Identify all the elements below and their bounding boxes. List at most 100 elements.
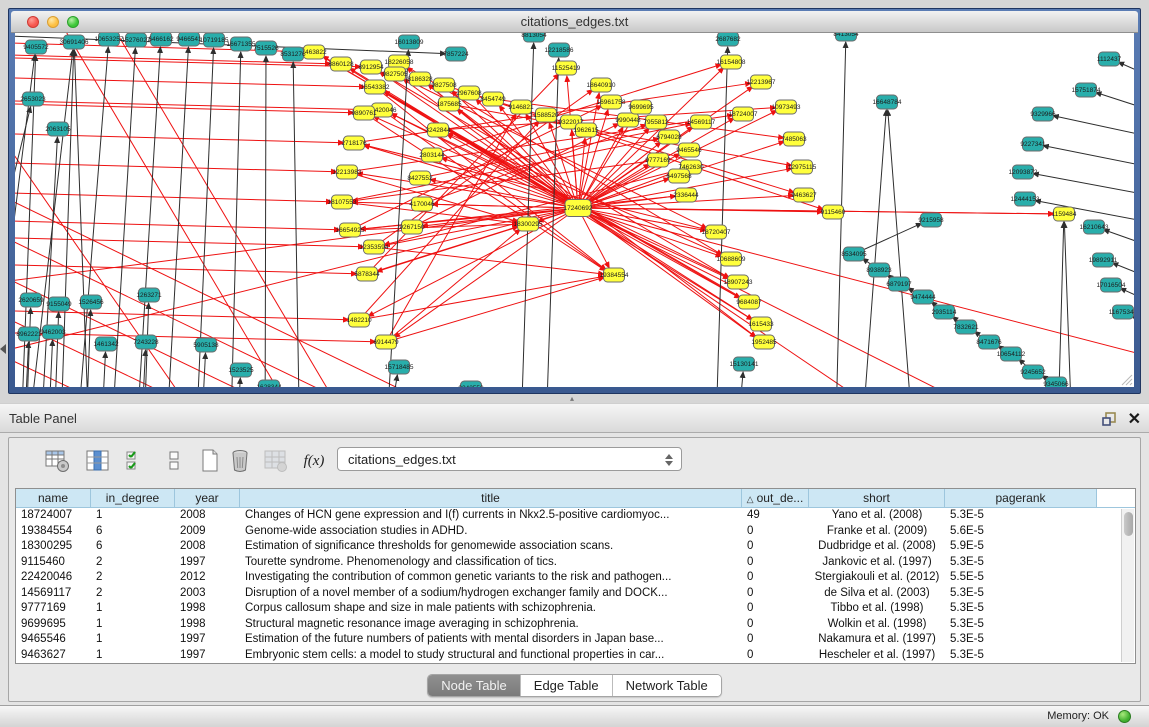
network-node[interactable]: 9466541 (176, 33, 202, 46)
create-column-button[interactable] (195, 446, 225, 476)
network-node[interactable]: 15751874 (1072, 83, 1101, 97)
network-node[interactable]: 8471676 (976, 335, 1002, 349)
network-node[interactable]: 15130141 (730, 357, 759, 371)
network-node[interactable]: 1526456 (78, 295, 104, 309)
network-node[interactable]: 2653023 (20, 92, 46, 106)
network-node[interactable]: 6497568 (666, 169, 692, 183)
network-node[interactable]: 12093872 (1009, 165, 1038, 179)
network-node[interactable]: 10654112 (997, 347, 1026, 361)
network-node[interactable]: 9777169 (645, 153, 671, 167)
network-node[interactable]: 17240692 (564, 200, 593, 217)
network-node[interactable]: 5905138 (193, 338, 219, 352)
network-node[interactable]: 8962221 (16, 327, 42, 341)
network-node[interactable]: 3242844 (425, 123, 451, 137)
network-node[interactable]: 12444153 (1011, 192, 1040, 206)
network-node[interactable]: 1588520 (533, 108, 559, 122)
column-header-short[interactable]: short (809, 489, 945, 507)
network-node[interactable]: 9267150 (399, 220, 425, 234)
network-node[interactable]: 8534095 (841, 247, 867, 261)
network-node[interactable]: 1628344 (256, 380, 282, 387)
network-node[interactable]: 9827505 (382, 67, 408, 81)
network-node[interactable]: 1482210 (346, 313, 372, 327)
network-node[interactable]: 2935114 (932, 305, 957, 319)
network-node[interactable]: 1112437 (1097, 52, 1122, 66)
network-node[interactable]: 8413054 (833, 33, 859, 41)
network-node[interactable]: 9462003 (40, 325, 66, 339)
network-node[interactable]: 12213967 (747, 75, 776, 89)
close-panel-icon[interactable]: ✕ (1128, 409, 1141, 429)
network-window-titlebar[interactable]: citations_edges.txt (11, 11, 1138, 33)
select-all-columns-button[interactable] (121, 446, 151, 476)
network-node[interactable]: 12975115 (788, 160, 817, 174)
network-node[interactable]: 2063105 (45, 122, 71, 136)
network-node[interactable]: 18907243 (724, 275, 753, 289)
network-node[interactable]: 2803144 (419, 148, 445, 162)
table-row[interactable]: 946362711997Embryonic stem cells: a mode… (16, 648, 1135, 664)
network-node[interactable]: 7832621 (953, 320, 979, 334)
delete-column-button[interactable] (225, 446, 255, 476)
network-node[interactable]: 18724007 (729, 107, 758, 121)
network-node[interactable]: 16648784 (873, 95, 902, 109)
network-node[interactable]: 8427552 (407, 171, 433, 185)
network-node[interactable]: 10688609 (717, 252, 746, 266)
network-node[interactable]: 9245652 (1020, 365, 1046, 379)
network-node[interactable]: 9827508 (431, 78, 457, 92)
table-row[interactable]: 1872400712008Changes of HCN gene express… (16, 508, 1135, 524)
function-builder-button[interactable]: f(x) (299, 446, 329, 476)
network-node[interactable]: 12218586 (545, 43, 574, 57)
vertical-scrollbar[interactable] (1121, 509, 1134, 662)
network-node[interactable]: 1952485 (751, 335, 777, 349)
tab-network-table[interactable]: Network Table (613, 675, 721, 696)
network-node[interactable]: 8454749 (480, 92, 506, 106)
network-node[interactable]: 16154808 (717, 55, 746, 69)
network-node[interactable]: 9684087 (736, 295, 762, 309)
network-node[interactable]: 12213983 (333, 165, 362, 179)
table-row[interactable]: 911546021997Tourette syndrome. Phenomeno… (16, 555, 1135, 571)
network-node[interactable]: 1875685 (436, 97, 462, 111)
network-canvas[interactable]: 1724069274638228860128891295418226058982… (15, 33, 1134, 387)
collapse-panel-arrow-icon[interactable] (0, 344, 6, 354)
scrollbar-thumb[interactable] (1124, 512, 1133, 536)
network-node[interactable]: 19892911 (1089, 253, 1118, 267)
network-node[interactable]: 9699695 (628, 100, 654, 114)
network-node[interactable]: 17016504 (1097, 278, 1126, 292)
network-node[interactable]: 2718176 (341, 136, 367, 150)
network-node[interactable]: 2967608 (456, 86, 482, 100)
network-node[interactable]: 18720407 (702, 225, 731, 239)
network-node[interactable]: 16543382 (361, 80, 390, 94)
network-node[interactable]: 10719185 (200, 33, 229, 47)
network-node[interactable]: 10973493 (772, 100, 801, 114)
table-row[interactable]: 1456911722003Disruption of a novel membe… (16, 586, 1135, 602)
network-node[interactable]: 18640910 (587, 78, 616, 92)
column-header-year[interactable]: year (175, 489, 240, 507)
network-node[interactable]: 2336444 (673, 188, 699, 202)
network-node[interactable]: 9465546 (676, 143, 702, 157)
column-header-name[interactable]: name (16, 489, 91, 507)
network-node[interactable]: 9215958 (918, 213, 944, 227)
network-node[interactable]: 9890761 (351, 106, 377, 120)
network-node[interactable]: 1962615 (573, 123, 599, 137)
network-node[interactable]: 1461342 (93, 337, 119, 351)
network-node[interactable]: 18300295 (514, 217, 543, 231)
network-node[interactable]: 7485063 (781, 132, 807, 146)
memory-status-icon[interactable] (1118, 710, 1131, 723)
column-header-in-degree[interactable]: in_degree (91, 489, 175, 507)
network-node[interactable]: 15276027 (122, 33, 151, 47)
network-node[interactable]: 6466162 (148, 33, 174, 46)
network-node[interactable]: 30691406 (60, 35, 89, 49)
network-node[interactable]: 9405572 (23, 40, 49, 54)
network-node[interactable]: 9329966 (1030, 107, 1056, 121)
network-node[interactable]: 18107553 (328, 195, 357, 209)
network-node[interactable]: 9990448 (615, 113, 641, 127)
network-node[interactable]: 16013809 (395, 35, 424, 49)
network-node[interactable]: 8938923 (866, 263, 892, 277)
network-node[interactable]: 15718485 (385, 360, 414, 374)
network-node[interactable]: 6794028 (656, 130, 682, 144)
network-node[interactable]: 8860128 (328, 57, 354, 71)
network-node[interactable]: 9155049 (46, 297, 72, 311)
network-node[interactable]: 1523525 (228, 363, 254, 377)
table-mode-button[interactable] (43, 446, 73, 476)
network-node[interactable]: 9146821 (508, 100, 534, 114)
network-node[interactable]: 9474444 (910, 290, 936, 304)
network-node[interactable]: 8912954 (358, 60, 384, 74)
